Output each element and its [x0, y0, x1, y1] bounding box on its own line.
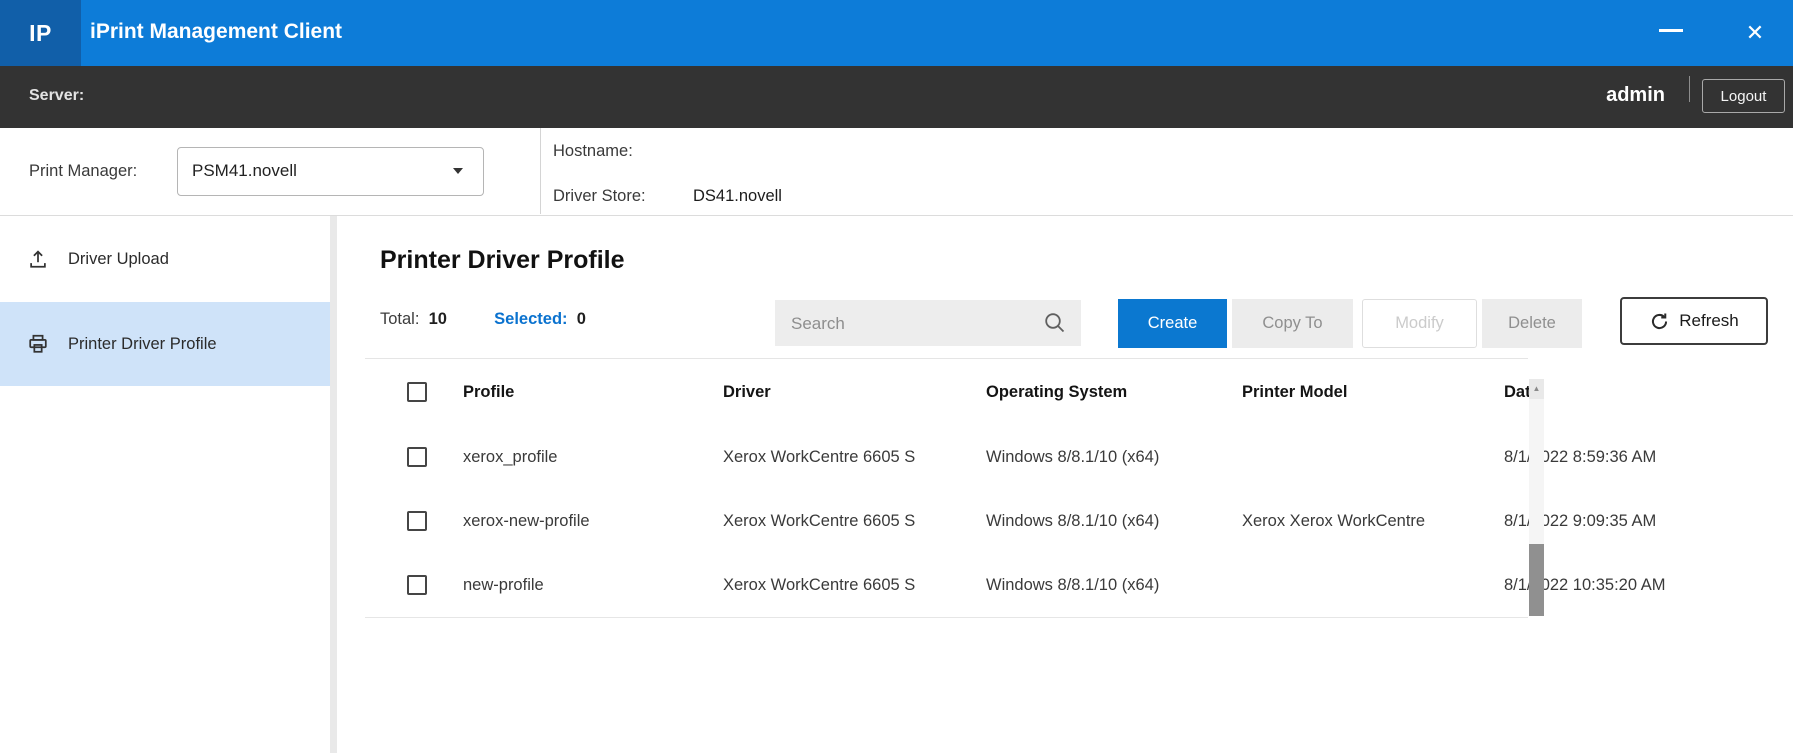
sidebar-item-label: Driver Upload [68, 250, 169, 269]
panel-divider [540, 128, 541, 214]
column-header-operating-system[interactable]: Operating System [986, 359, 1127, 425]
minimize-icon[interactable] [1659, 29, 1683, 32]
title-bar: IP iPrint Management Client ✕ [0, 0, 1793, 66]
app-logo: IP [0, 0, 81, 66]
total-value: 10 [429, 310, 447, 328]
cell-printer-model [1242, 553, 1492, 617]
search-icon[interactable] [1043, 311, 1067, 335]
column-header-printer-model[interactable]: Printer Model [1242, 359, 1492, 425]
sidebar: Driver Upload Printer Driver Profile [0, 216, 330, 753]
top-panel: Print Manager: PSM41.novell Hostname: Dr… [0, 128, 1793, 216]
total-label: Total: [380, 310, 419, 328]
table-header-row: Profile Driver Operating System Printer … [365, 359, 1528, 426]
search-input[interactable] [789, 300, 1033, 348]
sidebar-item-label: Printer Driver Profile [68, 335, 217, 354]
search-box [775, 300, 1081, 346]
table-row[interactable]: xerox-new-profile Xerox WorkCentre 6605 … [365, 489, 1528, 554]
modify-button[interactable]: Modify [1362, 299, 1477, 348]
cell-driver: Xerox WorkCentre 6605 S [723, 425, 929, 489]
row-checkbox[interactable] [407, 447, 427, 467]
table-scrollbar: ▲ [1529, 379, 1544, 616]
copy-to-button[interactable]: Copy To [1232, 299, 1353, 348]
driver-store-label: Driver Store: [553, 183, 646, 209]
column-header-profile[interactable]: Profile [463, 359, 514, 425]
page-title: Printer Driver Profile [380, 246, 625, 275]
app-title: iPrint Management Client [90, 0, 342, 66]
cell-profile: xerox_profile [463, 425, 557, 489]
refresh-button[interactable]: Refresh [1620, 297, 1768, 345]
sidebar-item-printer-driver-profile[interactable]: Printer Driver Profile [0, 302, 330, 386]
printer-icon [27, 333, 49, 355]
logout-button[interactable]: Logout [1702, 79, 1785, 113]
user-divider [1689, 76, 1690, 102]
print-manager-label: Print Manager: [29, 128, 137, 215]
selected-value: 0 [577, 310, 586, 328]
server-bar: Server: admin [0, 66, 1793, 128]
scrollbar-thumb[interactable] [1529, 544, 1544, 616]
print-manager-value: PSM41.novell [192, 148, 297, 193]
cell-profile: xerox-new-profile [463, 489, 590, 553]
cell-operating-system: Windows 8/8.1/10 (x64) [986, 425, 1159, 489]
create-button[interactable]: Create [1118, 299, 1227, 348]
close-icon[interactable]: ✕ [1740, 18, 1770, 48]
cell-date: 8/1/2022 9:09:35 AM [1504, 489, 1656, 553]
refresh-icon [1649, 311, 1670, 332]
cell-operating-system: Windows 8/8.1/10 (x64) [986, 553, 1159, 617]
server-label: Server: [29, 66, 84, 128]
column-header-driver[interactable]: Driver [723, 359, 929, 425]
table-row[interactable]: xerox_profile Xerox WorkCentre 6605 S Wi… [365, 425, 1528, 490]
cell-operating-system: Windows 8/8.1/10 (x64) [986, 489, 1159, 553]
app-logo-text: IP [29, 20, 52, 47]
chevron-down-icon [453, 168, 463, 174]
cell-profile: new-profile [463, 553, 544, 617]
cell-printer-model [1242, 425, 1492, 489]
cell-driver: Xerox WorkCentre 6605 S [723, 489, 929, 553]
row-checkbox[interactable] [407, 511, 427, 531]
table-row[interactable]: new-profile Xerox WorkCentre 6605 S Wind… [365, 553, 1528, 618]
logged-in-user: admin [1510, 66, 1665, 128]
refresh-label: Refresh [1679, 311, 1739, 331]
sidebar-item-driver-upload[interactable]: Driver Upload [0, 217, 330, 301]
cell-printer-model: Xerox Xerox WorkCentre [1242, 489, 1492, 553]
printer-driver-profile-table: Profile Driver Operating System Printer … [365, 358, 1528, 359]
scroll-up-icon[interactable]: ▲ [1529, 379, 1544, 399]
upload-icon [27, 248, 49, 270]
select-all-checkbox[interactable] [407, 382, 427, 402]
delete-button[interactable]: Delete [1482, 299, 1582, 348]
driver-store-value: DS41.novell [693, 183, 782, 209]
selected-label: Selected: [494, 310, 567, 328]
print-manager-dropdown[interactable]: PSM41.novell [177, 147, 484, 196]
cell-driver: Xerox WorkCentre 6605 S [723, 553, 929, 617]
sidebar-scrollbar[interactable] [330, 216, 337, 753]
row-checkbox[interactable] [407, 575, 427, 595]
hostname-label: Hostname: [553, 138, 633, 164]
counts-row: Total: 10 Selected: 0 [380, 310, 586, 329]
cell-date: 8/1/2022 8:59:36 AM [1504, 425, 1656, 489]
